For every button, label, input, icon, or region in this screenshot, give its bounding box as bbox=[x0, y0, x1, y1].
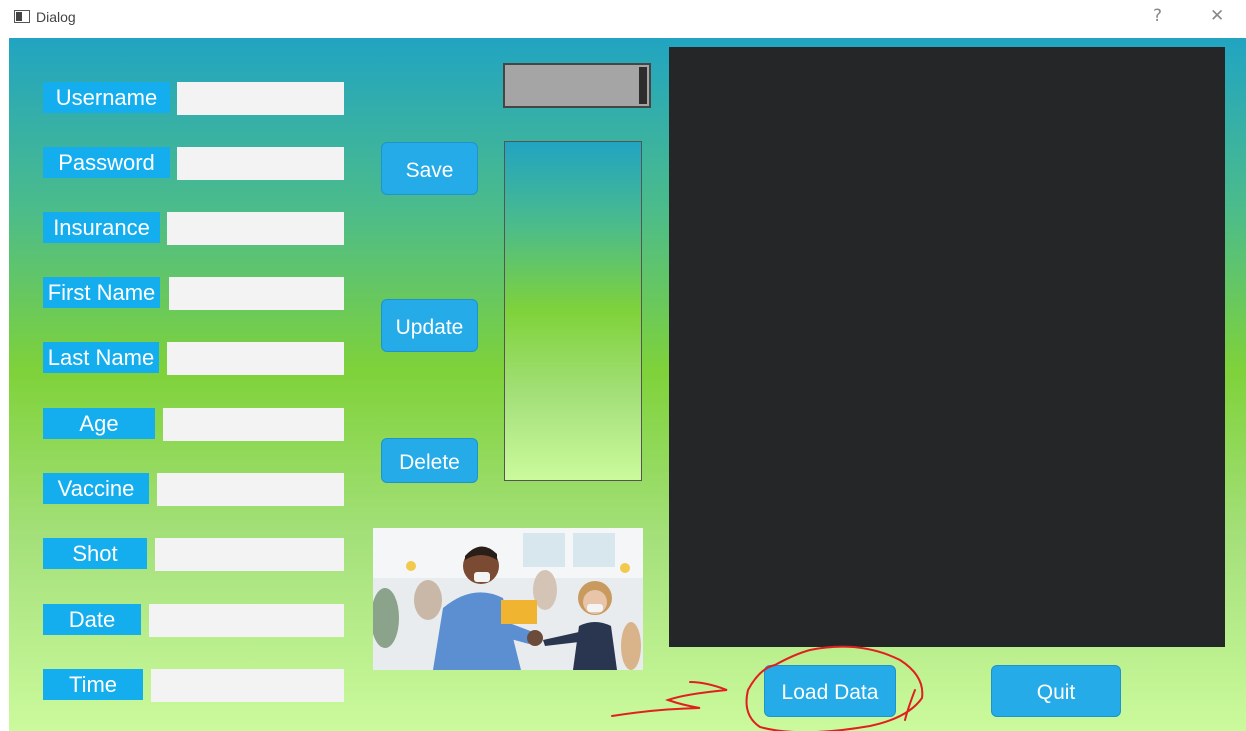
annotation-circle bbox=[745, 645, 924, 731]
annotation-arrow bbox=[611, 681, 728, 717]
red-annotation bbox=[611, 645, 924, 731]
